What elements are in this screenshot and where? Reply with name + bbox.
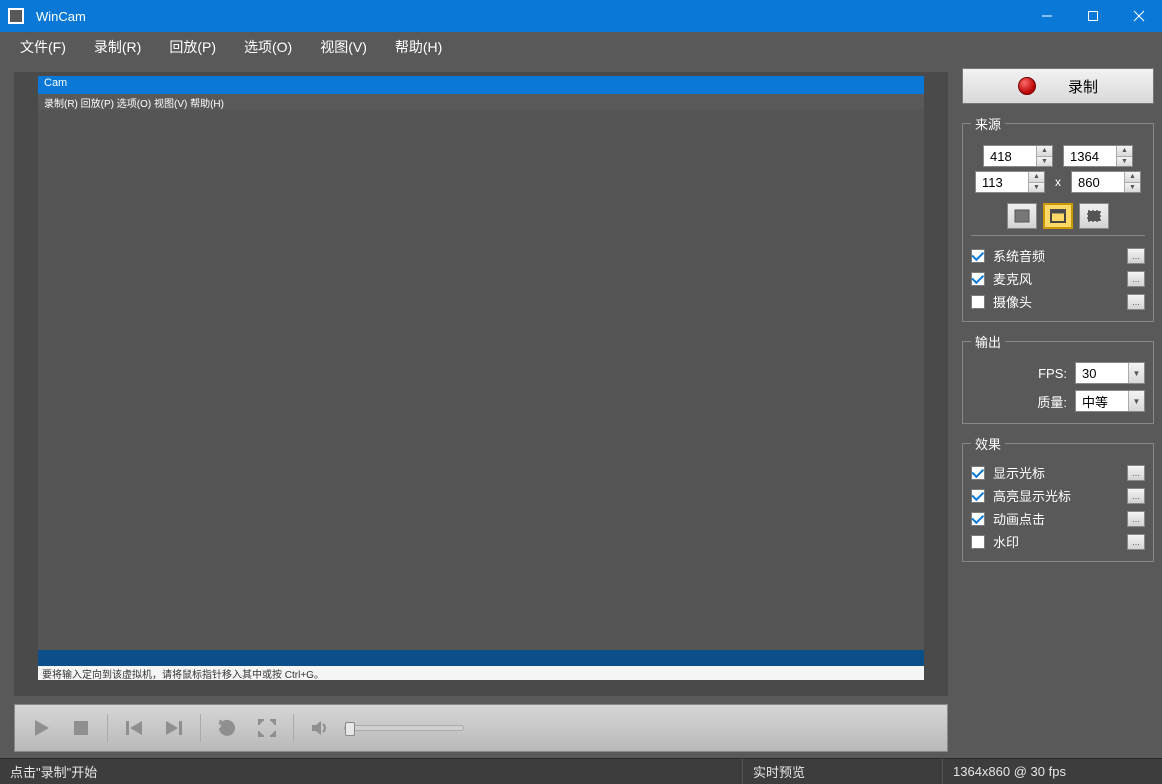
nested-info: 要将输入定向到该虚拟机，请将鼠标指针移入其中或按 Ctrl+G。 — [38, 666, 924, 680]
fps-label: FPS: — [1038, 366, 1067, 381]
menubar: 文件(F) 录制(R) 回放(P) 选项(O) 视图(V) 帮助(H) — [0, 32, 1162, 62]
chevron-down-icon[interactable]: ▼ — [1128, 363, 1144, 383]
settings-camera[interactable]: ... — [1127, 294, 1145, 310]
menu-record[interactable]: 录制(R) — [82, 34, 153, 60]
checkbox-highlight-cursor[interactable] — [971, 489, 985, 503]
menu-help[interactable]: 帮助(H) — [383, 34, 454, 60]
group-source-legend: 来源 — [971, 114, 1005, 133]
nested-titlebar: Cam — [38, 76, 924, 94]
record-button[interactable]: 录制 — [962, 68, 1154, 104]
status-hint: 点击"录制"开始 — [0, 759, 742, 784]
label-camera: 摄像头 — [993, 292, 1032, 311]
minimize-button[interactable] — [1024, 0, 1070, 32]
close-button[interactable] — [1116, 0, 1162, 32]
stop-button[interactable] — [65, 712, 97, 744]
source-y-field[interactable] — [976, 172, 1028, 192]
spin-up-icon[interactable]: ▲ — [1116, 146, 1132, 157]
menu-playback[interactable]: 回放(P) — [157, 34, 228, 60]
loop-button[interactable] — [211, 712, 243, 744]
menu-view[interactable]: 视图(V) — [308, 34, 379, 60]
group-effects-legend: 效果 — [971, 434, 1005, 453]
fullscreen-button[interactable] — [251, 712, 283, 744]
mode-window-button[interactable] — [1043, 203, 1073, 229]
checkbox-system-audio[interactable] — [971, 249, 985, 263]
preview-area: Cam 录制(R) 回放(P) 选项(O) 视图(V) 帮助(H) 要将输入定向… — [14, 72, 948, 696]
spin-up-icon[interactable]: ▲ — [1124, 172, 1140, 183]
window-title: WinCam — [36, 9, 86, 24]
checkbox-animate-click[interactable] — [971, 512, 985, 526]
source-x-input[interactable]: ▲▼ — [983, 145, 1053, 167]
quality-select[interactable]: ▼ — [1075, 390, 1145, 412]
spin-down-icon[interactable]: ▼ — [1028, 183, 1044, 193]
titlebar: WinCam — [0, 0, 1162, 32]
group-source: 来源 ▲▼ ▲▼ ▲▼ x ▲▼ — [962, 114, 1154, 322]
settings-microphone[interactable]: ... — [1127, 271, 1145, 287]
checkbox-camera[interactable] — [971, 295, 985, 309]
quality-label: 质量: — [1037, 392, 1067, 411]
source-w-input[interactable]: ▲▼ — [1063, 145, 1133, 167]
label-microphone: 麦克风 — [993, 269, 1032, 288]
label-show-cursor: 显示光标 — [993, 463, 1045, 482]
skip-end-button[interactable] — [158, 712, 190, 744]
status-dims: 1364x860 @ 30 fps — [942, 759, 1162, 784]
x-label: x — [1055, 175, 1061, 189]
record-icon — [1018, 77, 1036, 95]
spin-down-icon[interactable]: ▼ — [1124, 183, 1140, 193]
quality-field[interactable] — [1076, 391, 1128, 411]
label-system-audio: 系统音频 — [993, 246, 1045, 265]
checkbox-show-cursor[interactable] — [971, 466, 985, 480]
chevron-down-icon[interactable]: ▼ — [1128, 391, 1144, 411]
source-x-field[interactable] — [984, 146, 1036, 166]
skip-start-button[interactable] — [118, 712, 150, 744]
group-effects: 效果 显示光标 ... 高亮显示光标 ... 动画点击 — [962, 434, 1154, 562]
app-icon — [8, 8, 24, 24]
group-output: 输出 FPS: ▼ 质量: ▼ — [962, 332, 1154, 424]
settings-show-cursor[interactable]: ... — [1127, 465, 1145, 481]
record-label: 录制 — [1068, 76, 1098, 97]
nested-taskbar — [38, 650, 924, 666]
volume-button[interactable] — [304, 712, 336, 744]
source-h-field[interactable] — [1072, 172, 1124, 192]
label-watermark: 水印 — [993, 532, 1019, 551]
settings-animate-click[interactable]: ... — [1127, 511, 1145, 527]
status-bar: 点击"录制"开始 实时预览 1364x860 @ 30 fps — [0, 758, 1162, 784]
preview-content: Cam 录制(R) 回放(P) 选项(O) 视图(V) 帮助(H) 要将输入定向… — [38, 76, 924, 680]
source-y-input[interactable]: ▲▼ — [975, 171, 1045, 193]
maximize-button[interactable] — [1070, 0, 1116, 32]
source-h-input[interactable]: ▲▼ — [1071, 171, 1141, 193]
nested-menubar: 录制(R) 回放(P) 选项(O) 视图(V) 帮助(H) — [38, 94, 924, 110]
fps-select[interactable]: ▼ — [1075, 362, 1145, 384]
spin-down-icon[interactable]: ▼ — [1116, 157, 1132, 167]
group-output-legend: 输出 — [971, 332, 1005, 351]
label-animate-click: 动画点击 — [993, 509, 1045, 528]
settings-watermark[interactable]: ... — [1127, 534, 1145, 550]
volume-slider[interactable] — [344, 725, 464, 731]
menu-file[interactable]: 文件(F) — [8, 34, 78, 60]
settings-highlight-cursor[interactable]: ... — [1127, 488, 1145, 504]
settings-panel: 录制 来源 ▲▼ ▲▼ ▲▼ x — [954, 62, 1162, 758]
mode-region-button[interactable] — [1079, 203, 1109, 229]
status-mode: 实时预览 — [742, 759, 942, 784]
spin-up-icon[interactable]: ▲ — [1036, 146, 1052, 157]
checkbox-watermark[interactable] — [971, 535, 985, 549]
checkbox-microphone[interactable] — [971, 272, 985, 286]
volume-knob[interactable] — [345, 722, 355, 736]
spin-down-icon[interactable]: ▼ — [1036, 157, 1052, 167]
source-w-field[interactable] — [1064, 146, 1116, 166]
settings-system-audio[interactable]: ... — [1127, 248, 1145, 264]
play-button[interactable] — [25, 712, 57, 744]
fps-field[interactable] — [1076, 363, 1128, 383]
spin-up-icon[interactable]: ▲ — [1028, 172, 1044, 183]
player-controls — [14, 704, 948, 752]
mode-fullscreen-button[interactable] — [1007, 203, 1037, 229]
label-highlight-cursor: 高亮显示光标 — [993, 486, 1071, 505]
menu-options[interactable]: 选项(O) — [232, 34, 304, 60]
